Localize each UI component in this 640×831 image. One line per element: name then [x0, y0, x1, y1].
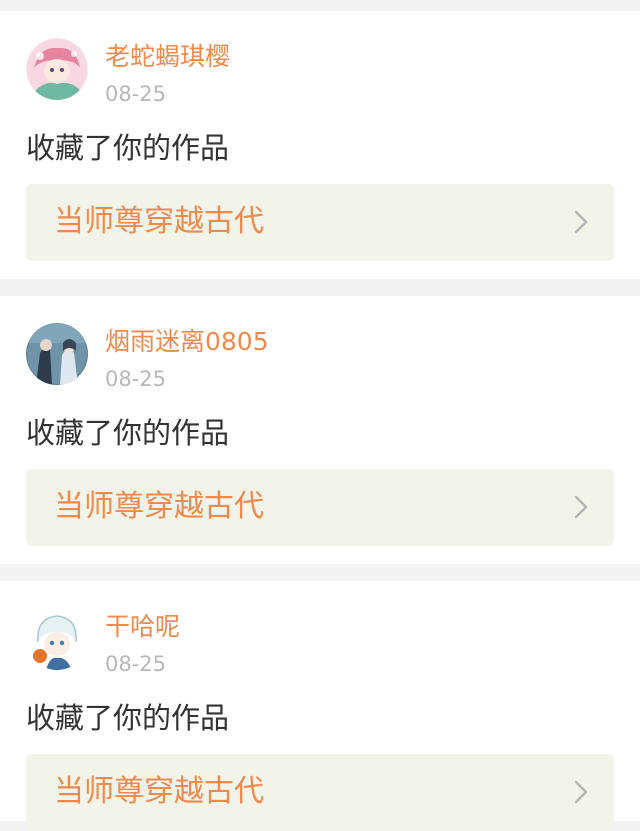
timestamp: 08-25 — [105, 652, 167, 676]
work-title: 当师尊穿越古代 — [54, 774, 264, 809]
work-title: 当师尊穿越古代 — [54, 204, 264, 239]
avatar[interactable] — [26, 38, 88, 100]
chevron-right-icon — [574, 780, 588, 804]
notification-card: 烟雨迷离0805 08-25 收藏了你的作品 当师尊穿越古代 — [0, 296, 640, 564]
anime-avatar-white-hair-icon — [26, 608, 88, 670]
action-text: 收藏了你的作品 — [26, 701, 230, 735]
chevron-right-icon — [574, 210, 588, 234]
username-link[interactable]: 老蛇蝎琪樱 — [105, 41, 230, 73]
work-link-card[interactable]: 当师尊穿越古代 — [26, 469, 614, 546]
timestamp: 08-25 — [105, 367, 167, 391]
username-link[interactable]: 烟雨迷离0805 — [105, 326, 269, 358]
avatar[interactable] — [26, 323, 88, 385]
username-link[interactable]: 干哈呢 — [105, 611, 180, 643]
anime-avatar-pink-hair-icon — [26, 38, 88, 100]
action-text: 收藏了你的作品 — [26, 131, 230, 165]
notification-feed: 老蛇蝎琪樱 08-25 收藏了你的作品 当师尊穿越古代 烟雨迷离0805 08-… — [0, 0, 640, 831]
work-title: 当师尊穿越古代 — [54, 489, 264, 524]
avatar[interactable] — [26, 608, 88, 670]
work-link-card[interactable]: 当师尊穿越古代 — [26, 754, 614, 831]
anime-avatar-two-figures-icon — [26, 323, 88, 385]
timestamp: 08-25 — [105, 82, 167, 106]
notification-card: 干哈呢 08-25 收藏了你的作品 当师尊穿越古代 — [0, 581, 640, 831]
notification-card: 老蛇蝎琪樱 08-25 收藏了你的作品 当师尊穿越古代 — [0, 11, 640, 279]
work-link-card[interactable]: 当师尊穿越古代 — [26, 184, 614, 261]
action-text: 收藏了你的作品 — [26, 416, 230, 450]
chevron-right-icon — [574, 495, 588, 519]
